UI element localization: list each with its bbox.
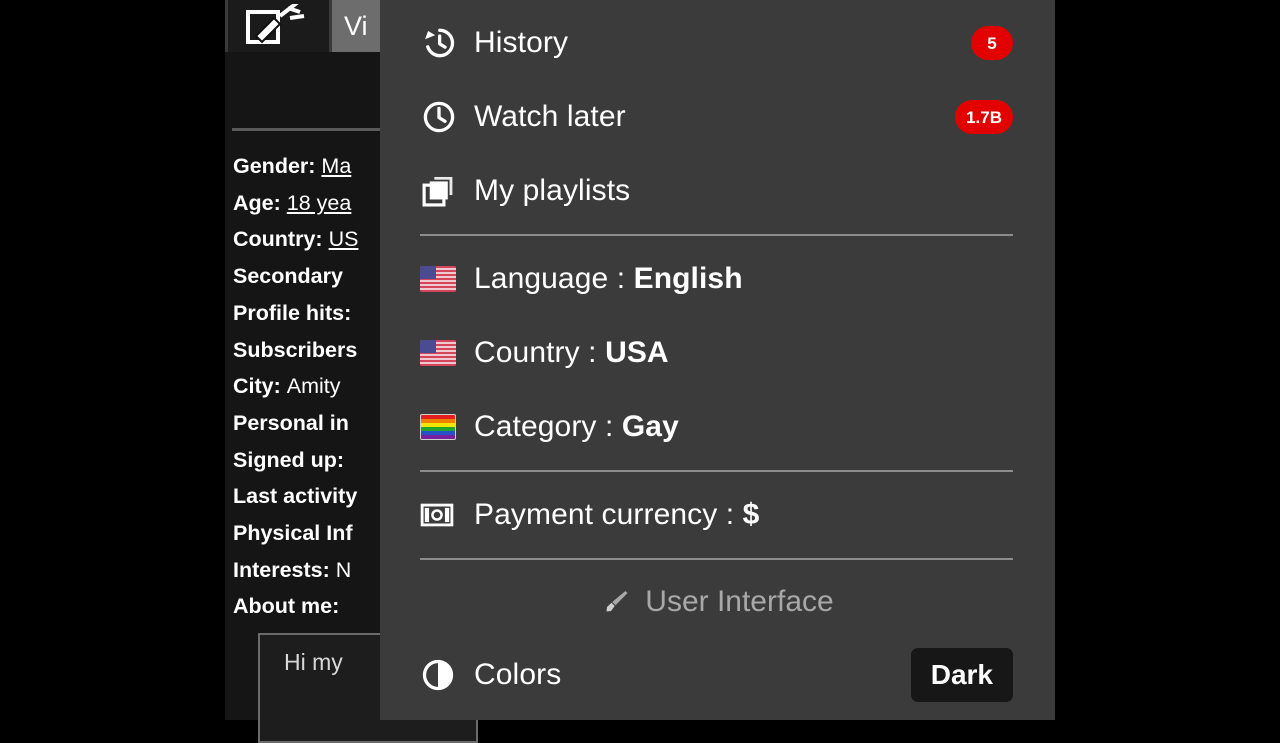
divider-2 (420, 470, 1013, 472)
profile-field-age-value[interactable]: 18 yea (287, 191, 352, 215)
menu-item-country-value: USA (605, 336, 669, 369)
menu-item-payment-currency-value: $ (742, 498, 760, 531)
playlists-icon-svg (422, 175, 455, 207)
edit-pencil-icon (244, 4, 314, 48)
us-flag-icon (420, 266, 474, 292)
banknote-icon-svg (420, 503, 454, 527)
contrast-icon (420, 657, 474, 693)
menu-item-category[interactable]: Category : Gay (380, 390, 1055, 464)
menu-item-payment-currency[interactable]: Payment currency : $ (380, 478, 1055, 552)
profile-field-gender-value[interactable]: Ma (321, 154, 351, 178)
section-heading-user-interface: User Interface (380, 566, 1055, 638)
clock-icon-svg (423, 101, 455, 133)
paintbrush-icon-svg (606, 591, 628, 612)
menu-item-category-value: Gay (621, 410, 679, 443)
menu-item-colors-label: Colors (474, 658, 562, 691)
menu-item-colors[interactable]: Colors Dark (380, 638, 1055, 712)
menu-item-history-label: History (474, 26, 569, 59)
watch-later-badge: 1.7B (955, 100, 1013, 134)
profile-field-interests-value: N (335, 557, 352, 582)
paintbrush-icon (601, 587, 631, 617)
menu-item-my-playlists-label: My playlists (474, 174, 631, 207)
us-flag-glyph (420, 340, 456, 366)
history-badge: 5 (971, 26, 1013, 60)
divider-3 (420, 558, 1013, 560)
menu-item-payment-currency-label: Payment currency : $ (474, 498, 760, 531)
tab-video-label: Vi (344, 10, 368, 41)
banknote-icon (420, 498, 474, 532)
menu-item-category-label: Category : Gay (474, 410, 679, 443)
contrast-icon-svg (422, 659, 454, 691)
profile-field-city-value: Amity (286, 374, 341, 399)
menu-item-watch-later-label: Watch later (474, 100, 626, 133)
history-icon (420, 24, 474, 62)
tab-edit-profile[interactable] (225, 0, 332, 52)
menu-item-country[interactable]: Country : USA (380, 316, 1055, 390)
menu-item-language[interactable]: Language : English (380, 242, 1055, 316)
menu-item-watch-later[interactable]: Watch later 1.7B (380, 80, 1055, 154)
menu-item-history[interactable]: History 5 (380, 6, 1055, 80)
theme-dark-button[interactable]: Dark (910, 648, 1013, 702)
section-heading-user-interface-label: User Interface (645, 585, 834, 618)
us-flag-glyph (420, 266, 456, 292)
menu-item-my-playlists[interactable]: My playlists (380, 154, 1055, 228)
history-icon-svg (425, 28, 455, 58)
edit-pencil-icon-svg (245, 4, 304, 44)
playlists-icon (420, 172, 474, 210)
divider-1 (420, 234, 1013, 236)
pride-flag-icon (420, 414, 474, 440)
pride-flag-glyph (420, 414, 456, 440)
us-flag-icon (420, 340, 474, 366)
menu-item-language-label: Language : English (474, 262, 743, 295)
menu-item-language-value: English (633, 262, 743, 295)
settings-menu-panel: History 5 Watch later 1.7B My playlists (380, 0, 1055, 720)
profile-field-country-value[interactable]: US (329, 227, 359, 251)
menu-item-country-label: Country : USA (474, 336, 669, 369)
clock-icon (420, 98, 474, 136)
